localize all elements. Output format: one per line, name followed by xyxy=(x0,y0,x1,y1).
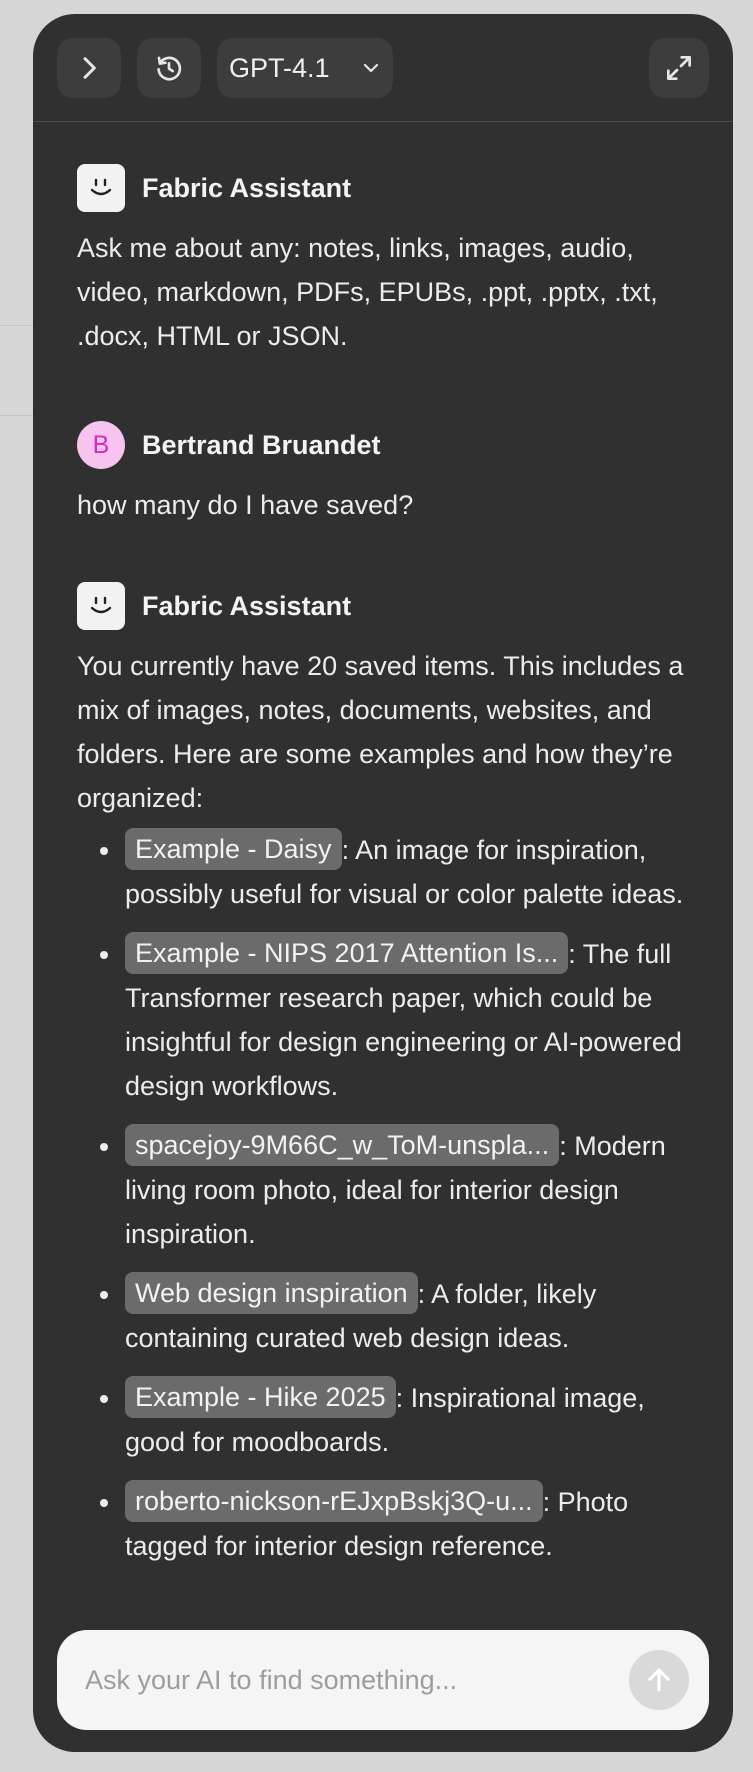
message-header: Fabric Assistant xyxy=(77,582,693,630)
fullscreen-icon xyxy=(667,56,691,80)
message-header: Fabric Assistant xyxy=(77,164,693,212)
sender-name: Bertrand Bruandet xyxy=(142,429,381,460)
model-selector[interactable]: GPT-4.1 xyxy=(217,38,393,98)
sender-name: Fabric Assistant xyxy=(142,172,352,203)
collapse-panel-button[interactable] xyxy=(57,38,121,98)
item-link-chip[interactable]: roberto-nickson-rEJxpBskj3Q-u... xyxy=(125,1480,543,1522)
chat-input[interactable] xyxy=(85,1664,629,1696)
message-list: Fabric Assistant Ask me about any: notes… xyxy=(77,164,693,1584)
fullscreen-button[interactable] xyxy=(649,38,709,98)
send-button[interactable] xyxy=(629,1650,689,1710)
assistant-message: Fabric Assistant Ask me about any: notes… xyxy=(77,164,693,358)
list-item: spacejoy-9M66C_w_ToM-unspla...: Modern l… xyxy=(77,1124,693,1256)
item-link-chip[interactable]: Example - Daisy xyxy=(125,828,342,870)
sender-name: Fabric Assistant xyxy=(142,590,352,621)
list-item: Example - Hike 2025: Inspirational image… xyxy=(77,1376,693,1464)
user-avatar: B xyxy=(77,421,125,469)
message-text: Ask me about any: notes, links, images, … xyxy=(77,233,658,351)
message-text: You currently have 20 saved items. This … xyxy=(77,651,684,813)
saved-items-list: Example - Daisy: An image for inspiratio… xyxy=(77,828,693,1568)
assistant-smiley-icon xyxy=(90,596,112,614)
assistant-avatar xyxy=(77,164,125,212)
chat-composer xyxy=(57,1630,709,1730)
list-item: Web design inspiration: A folder, likely… xyxy=(77,1272,693,1360)
item-link-chip[interactable]: Example - NIPS 2017 Attention Is... xyxy=(125,932,569,974)
history-icon xyxy=(157,56,182,81)
panel-header: GPT-4.1 xyxy=(33,14,733,122)
assistant-avatar xyxy=(77,582,125,630)
item-link-chip[interactable]: spacejoy-9M66C_w_ToM-unspla... xyxy=(125,1124,560,1166)
message-text: how many do I have saved? xyxy=(77,490,414,520)
arrow-up-icon xyxy=(648,1668,670,1692)
assistant-message: Fabric Assistant You currently have 20 s… xyxy=(77,582,693,1568)
user-message: B Bertrand Bruandet how many do I have s… xyxy=(77,421,693,527)
background-divider xyxy=(0,325,36,326)
assistant-smiley-icon xyxy=(90,178,112,196)
message-header: B Bertrand Bruandet xyxy=(77,421,693,469)
chevron-right-icon xyxy=(83,57,96,79)
list-item: roberto-nickson-rEJxpBskj3Q-u...: Photo … xyxy=(77,1480,693,1568)
background-divider xyxy=(0,415,36,416)
item-link-chip[interactable]: Web design inspiration xyxy=(125,1272,418,1314)
history-button[interactable] xyxy=(137,38,201,98)
list-item: Example - Daisy: An image for inspiratio… xyxy=(77,828,693,916)
assistant-panel: GPT-4.1 Fabric Assistant Ask me about an… xyxy=(33,14,733,1752)
model-label: GPT-4.1 xyxy=(229,52,330,83)
chevron-down-icon xyxy=(363,63,379,73)
list-item: Example - NIPS 2017 Attention Is...: The… xyxy=(77,932,693,1108)
item-link-chip[interactable]: Example - Hike 2025 xyxy=(125,1376,396,1418)
